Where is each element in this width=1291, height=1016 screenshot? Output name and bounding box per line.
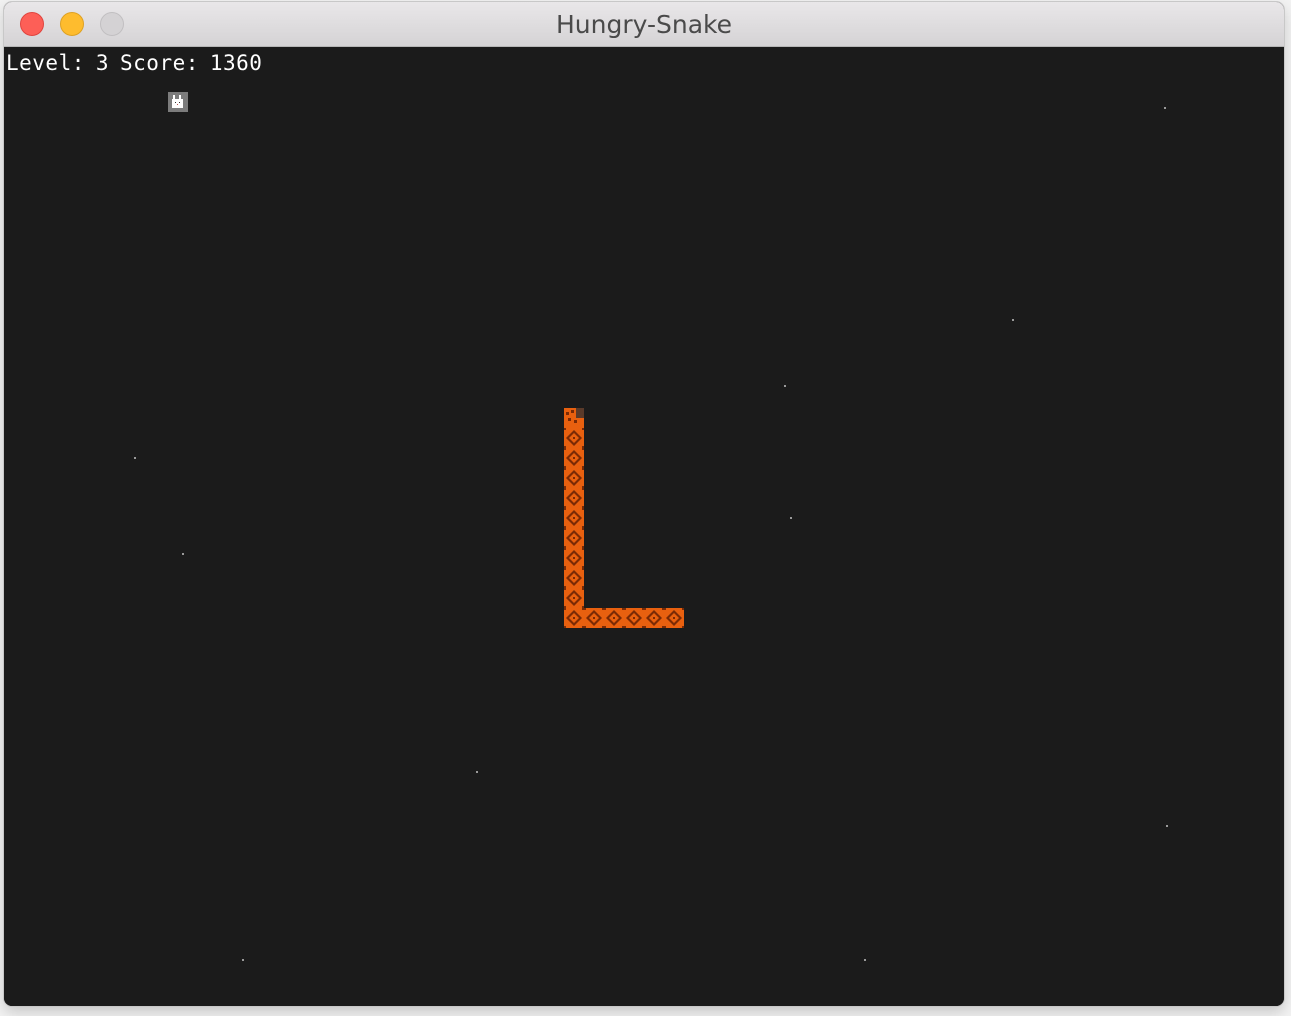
score-label: Score:: [120, 51, 199, 75]
background-speck: [242, 959, 244, 961]
snake-body-segment: [564, 588, 584, 608]
snake-body-segment: [564, 508, 584, 528]
background-speck: [784, 385, 786, 387]
background-speck: [864, 959, 866, 961]
background-speck: [476, 771, 478, 773]
snake-body-segment: [664, 608, 684, 628]
background-speck: [134, 457, 136, 459]
snake-body-segment: [564, 448, 584, 468]
snake-body-segment: [564, 468, 584, 488]
background-speck: [1166, 825, 1168, 827]
snake-head: [564, 408, 584, 428]
score-hud: Level: 3 Score: 1360: [6, 51, 273, 75]
snake-body-segment: [564, 488, 584, 508]
background-speck: [790, 517, 792, 519]
snake-body-segment: [644, 608, 664, 628]
background-speck: [1012, 319, 1014, 321]
snake-body-segment: [564, 608, 584, 628]
game-canvas[interactable]: Level: 3 Score: 1360: [4, 47, 1284, 1006]
score-value: 1360: [209, 51, 263, 75]
snake-body-segment: [564, 528, 584, 548]
level-label: Level:: [6, 51, 85, 75]
snake-body-segment: [564, 568, 584, 588]
snake-body-segment: [604, 608, 624, 628]
background-speck: [182, 553, 184, 555]
snake-body-segment: [584, 608, 604, 628]
rabbit-icon: [168, 92, 188, 112]
app-window: Hungry-Snake Level: 3 Score: 1360: [4, 2, 1284, 1006]
snake-body-segment: [624, 608, 644, 628]
background-speck: [1164, 107, 1166, 109]
snake-body-segment: [564, 548, 584, 568]
level-value: 3: [95, 51, 110, 75]
window-title: Hungry-Snake: [555, 10, 732, 39]
title-bar[interactable]: Hungry-Snake: [4, 2, 1284, 47]
snake-body-segment: [564, 428, 584, 448]
